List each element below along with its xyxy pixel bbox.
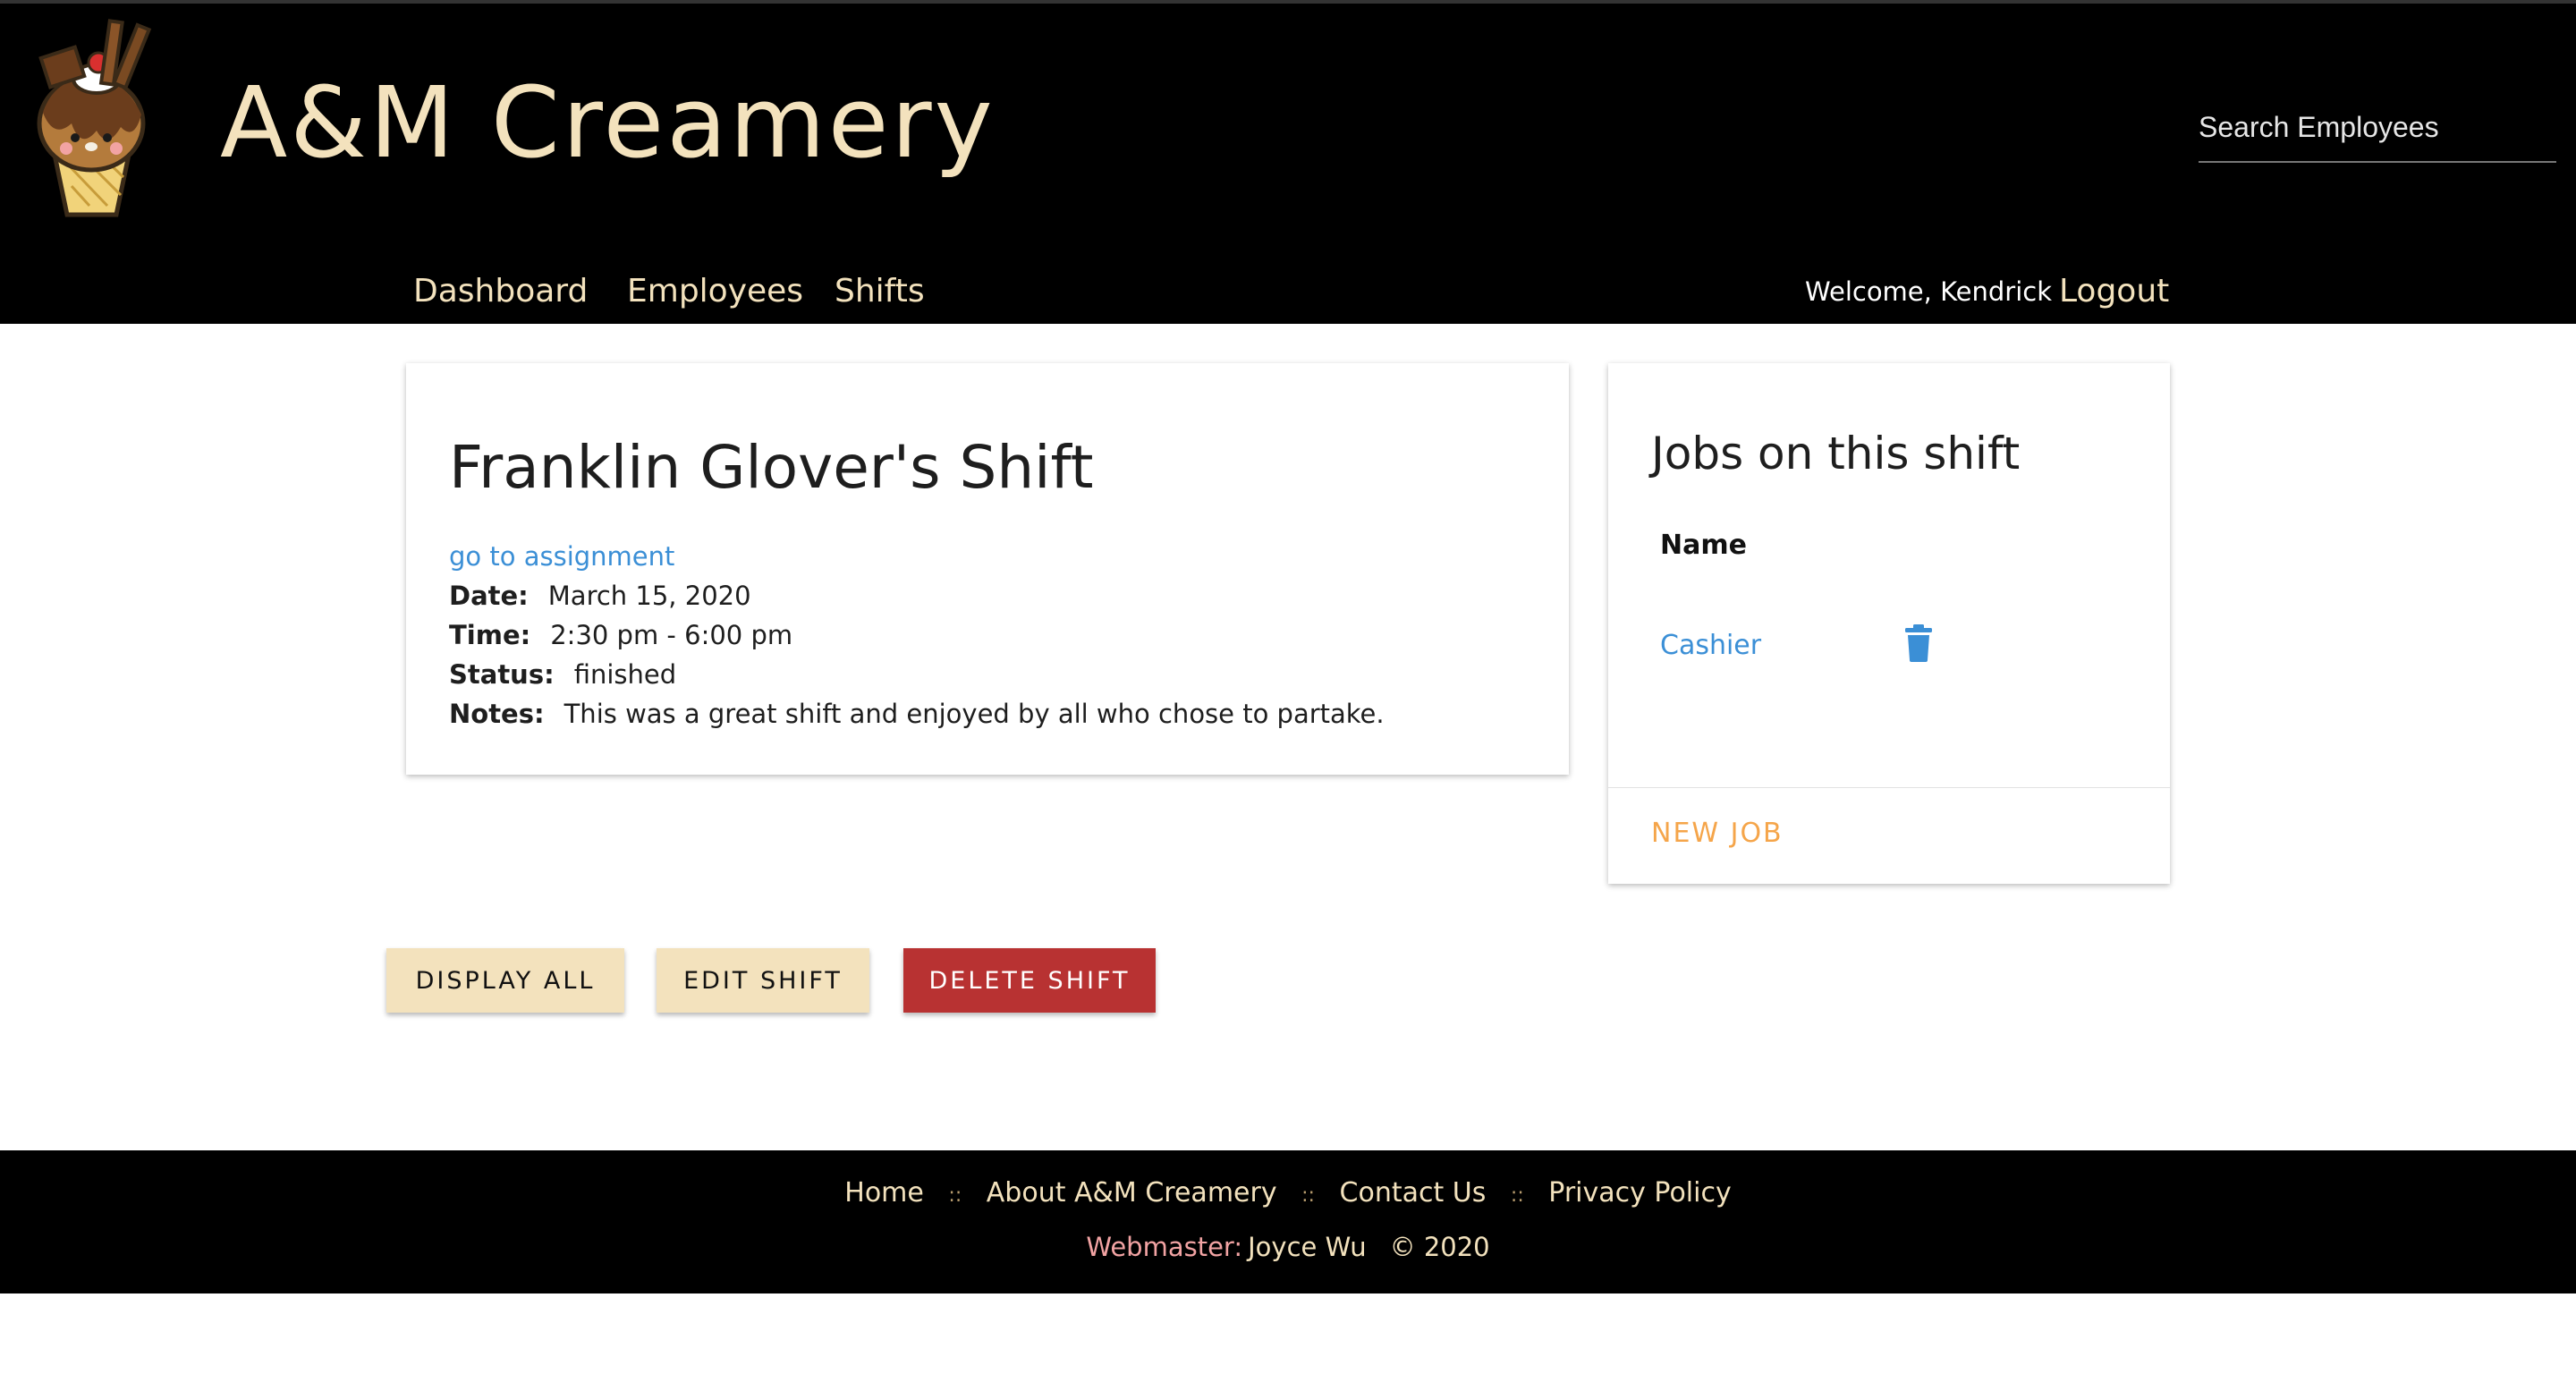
webmaster-label: Webmaster: bbox=[1086, 1232, 1243, 1262]
delete-shift-button[interactable]: DELETE SHIFT bbox=[903, 948, 1156, 1013]
date-value: March 15, 2020 bbox=[547, 581, 751, 611]
notes-label: Notes: bbox=[449, 699, 545, 729]
time-label: Time: bbox=[449, 620, 531, 650]
footer-home-link[interactable]: Home bbox=[844, 1177, 924, 1209]
date-label: Date: bbox=[449, 581, 529, 611]
footer-separator: :: bbox=[948, 1184, 962, 1207]
welcome-message: Welcome, Kendrick bbox=[1805, 276, 2053, 307]
shift-date-row: Date: March 15, 2020 bbox=[449, 578, 751, 614]
footer-about-link[interactable]: About A&M Creamery bbox=[987, 1177, 1277, 1209]
new-job-link[interactable]: NEW JOB bbox=[1651, 816, 1784, 852]
footer-credit: Webmaster: Joyce Wu © 2020 bbox=[0, 1227, 2576, 1267]
notes-value: This was a great shift and enjoyed by al… bbox=[564, 699, 1385, 729]
shift-notes-row: Notes: This was a great shift and enjoyed… bbox=[449, 696, 1385, 732]
status-label: Status: bbox=[449, 659, 555, 690]
nav-shifts[interactable]: Shifts bbox=[835, 270, 925, 313]
jobs-name-column-header: Name bbox=[1660, 530, 1747, 561]
site-brand-title[interactable]: A&M Creamery bbox=[220, 73, 996, 172]
footer-separator: :: bbox=[1510, 1184, 1524, 1207]
status-value: finished bbox=[573, 659, 677, 690]
job-item-cashier[interactable]: Cashier bbox=[1660, 628, 1761, 664]
shift-time-row: Time: 2:30 pm - 6:00 pm bbox=[449, 617, 792, 653]
jobs-card: Jobs on this shift Name Cashier NEW JOB bbox=[1608, 363, 2170, 884]
nav-employees[interactable]: Employees bbox=[627, 270, 803, 313]
display-all-button[interactable]: DISPLAY ALL bbox=[386, 948, 624, 1013]
webmaster-name: Joyce Wu bbox=[1248, 1232, 1367, 1262]
nav-dashboard[interactable]: Dashboard bbox=[413, 270, 588, 313]
shift-details-card: Franklin Glover's Shift go to assignment… bbox=[406, 363, 1569, 775]
footer-contact-link[interactable]: Contact Us bbox=[1340, 1177, 1487, 1209]
footer-links: Home :: About A&M Creamery :: Contact Us… bbox=[0, 1174, 2576, 1216]
footer-privacy-link[interactable]: Privacy Policy bbox=[1548, 1177, 1731, 1209]
site-footer: Home :: About A&M Creamery :: Contact Us… bbox=[0, 1150, 2576, 1293]
ice-cream-logo[interactable] bbox=[18, 16, 165, 222]
edit-shift-button[interactable]: EDIT SHIFT bbox=[657, 948, 869, 1013]
logout-link[interactable]: Logout bbox=[2059, 270, 2169, 313]
shift-title: Franklin Glover's Shift bbox=[449, 433, 1094, 502]
copyright-text: © 2020 bbox=[1389, 1232, 1490, 1262]
jobs-divider bbox=[1608, 787, 2170, 788]
trash-icon[interactable] bbox=[1903, 624, 1934, 662]
footer-separator: :: bbox=[1301, 1184, 1315, 1207]
go-to-assignment-link[interactable]: go to assignment bbox=[449, 539, 674, 574]
jobs-title: Jobs on this shift bbox=[1651, 428, 2021, 479]
site-header: A&M Creamery Dashboard Employees Shifts … bbox=[0, 0, 2576, 324]
shift-status-row: Status: finished bbox=[449, 657, 676, 692]
time-value: 2:30 pm - 6:00 pm bbox=[550, 620, 793, 650]
search-employees-input[interactable] bbox=[2199, 93, 2556, 163]
